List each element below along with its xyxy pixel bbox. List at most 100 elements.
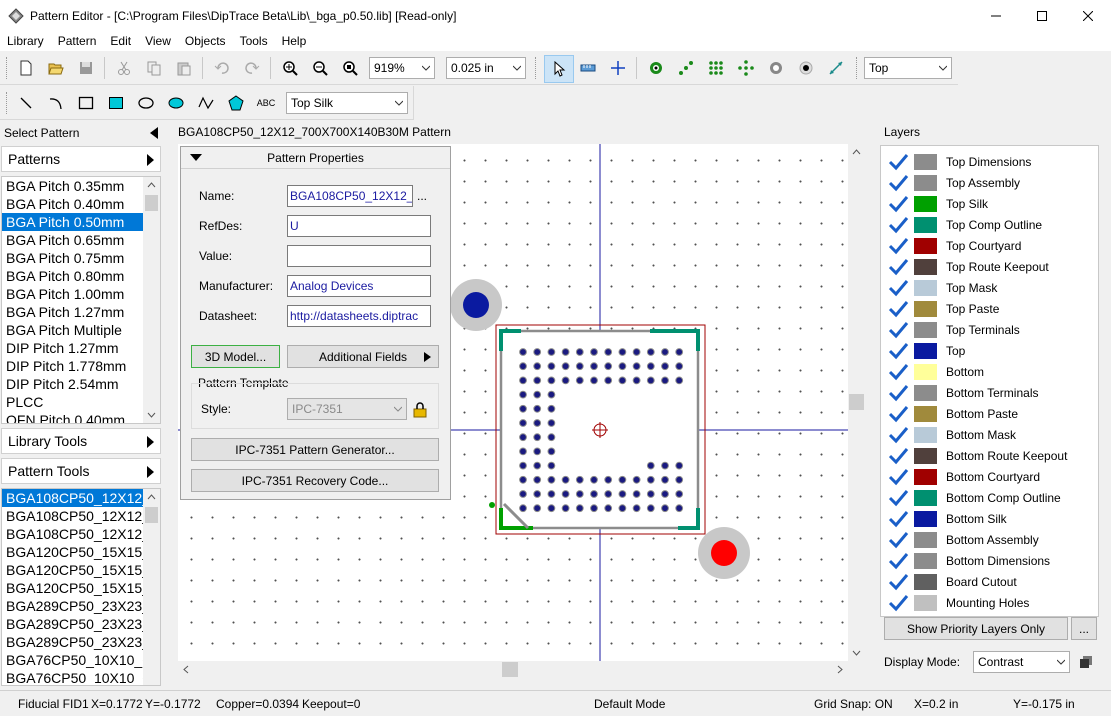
bga-ball-pad[interactable] — [519, 447, 527, 456]
layer-color-swatch[interactable] — [913, 152, 938, 171]
redo-button[interactable] — [240, 56, 264, 80]
bga-ball-pad[interactable] — [533, 475, 542, 484]
layer-row[interactable]: Top Mask — [881, 277, 1098, 298]
bga-ball-pad[interactable] — [675, 348, 684, 356]
minimize-button[interactable] — [973, 0, 1019, 31]
bga-ball-pad[interactable] — [547, 390, 556, 399]
bga-ball-pad[interactable] — [561, 475, 570, 484]
bga-ball-pad[interactable] — [675, 490, 684, 498]
layer-color-swatch[interactable] — [913, 215, 938, 234]
draw-polygon-button[interactable] — [224, 91, 248, 115]
layer-row[interactable]: Bottom — [881, 361, 1098, 382]
bga-ball-pad[interactable] — [575, 376, 584, 385]
layer-color-swatch[interactable] — [913, 278, 938, 297]
name-browse-button[interactable]: ... — [417, 189, 427, 203]
layer-color-swatch[interactable] — [913, 446, 938, 465]
checkmark-icon[interactable] — [887, 383, 909, 403]
checkmark-icon[interactable] — [887, 152, 909, 172]
bga-ball-pad[interactable] — [590, 490, 598, 498]
bga-ball-pad[interactable] — [604, 348, 613, 356]
layer-color-swatch[interactable] — [913, 257, 938, 276]
bga-ball-pad[interactable] — [590, 504, 598, 513]
layer-color-swatch[interactable] — [913, 194, 938, 213]
bga-ball-pad[interactable] — [547, 461, 556, 470]
layers-more-button[interactable]: ... — [1071, 617, 1097, 640]
pattern-tools-button[interactable]: Pattern Tools — [1, 458, 161, 484]
properties-header[interactable]: Pattern Properties — [181, 147, 450, 169]
maximize-button[interactable] — [1019, 0, 1065, 31]
bga-ball-pad[interactable] — [646, 348, 655, 356]
pattern-item[interactable]: BGA120CP50_15X15_ — [2, 579, 160, 597]
pattern-group-item[interactable]: BGA Pitch 0.65mm — [2, 231, 160, 249]
collapse-left-icon[interactable] — [150, 127, 158, 139]
bga-ball-pad[interactable] — [675, 461, 684, 470]
checkmark-icon[interactable] — [887, 425, 909, 445]
text-tool-button[interactable]: ABC — [254, 91, 278, 115]
bga-ball-pad[interactable] — [533, 376, 542, 385]
checkmark-icon[interactable] — [887, 404, 909, 424]
layer-row[interactable]: Bottom Route Keepout — [881, 445, 1098, 466]
layer-row[interactable]: Bottom Paste — [881, 403, 1098, 424]
pattern-item[interactable]: BGA289CP50_23X23_ — [2, 597, 160, 615]
bga-ball-pad[interactable] — [575, 362, 584, 371]
bga-ball-pad[interactable] — [575, 504, 584, 513]
paste-button[interactable] — [172, 56, 196, 80]
menu-library[interactable]: Library — [0, 34, 51, 48]
checkmark-icon[interactable] — [887, 236, 909, 256]
save-button[interactable] — [74, 56, 98, 80]
bga-ball-pad[interactable] — [533, 490, 542, 498]
layer-color-swatch[interactable] — [913, 467, 938, 486]
checkmark-icon[interactable] — [887, 509, 909, 529]
layer-color-swatch[interactable] — [913, 572, 938, 591]
checkmark-icon[interactable] — [887, 446, 909, 466]
bga-ball-pad[interactable] — [533, 390, 542, 399]
place-pad-array-button[interactable] — [674, 56, 698, 80]
layer-row[interactable]: Bottom Silk — [881, 508, 1098, 529]
bga-ball-pad[interactable] — [547, 504, 556, 513]
pattern-group-item[interactable]: BGA Pitch 0.50mm — [2, 213, 160, 231]
library-tools-button[interactable]: Library Tools — [1, 428, 161, 454]
name-field[interactable]: BGA108CP50_12X12_ — [287, 185, 413, 207]
checkmark-icon[interactable] — [887, 278, 909, 298]
bga-ball-pad[interactable] — [590, 376, 598, 385]
bga-ball-pad[interactable] — [618, 348, 627, 356]
menu-tools[interactable]: Tools — [233, 34, 275, 48]
layer-color-swatch[interactable] — [913, 173, 938, 192]
bga-ball-pad[interactable] — [661, 362, 669, 371]
menu-pattern[interactable]: Pattern — [51, 34, 104, 48]
measure-tool-button[interactable] — [576, 56, 600, 80]
bga-ball-pad[interactable] — [561, 490, 570, 498]
bga-ball-pad[interactable] — [519, 362, 527, 371]
bga-ball-pad[interactable] — [533, 348, 542, 356]
bga-ball-pad[interactable] — [646, 461, 655, 470]
bga-ball-pad[interactable] — [519, 376, 527, 385]
bga-ball-pad[interactable] — [661, 490, 669, 498]
drawing-layer-select[interactable]: Top Silk — [286, 92, 408, 114]
layer-color-swatch[interactable] — [913, 488, 938, 507]
bga-ball-pad[interactable] — [519, 504, 527, 513]
style-select[interactable]: IPC-7351 — [287, 398, 407, 420]
layer-color-swatch[interactable] — [913, 236, 938, 255]
bga-ball-pad[interactable] — [661, 504, 669, 513]
grid-size-select[interactable]: 0.025 in — [446, 57, 526, 79]
status-grid-snap[interactable]: Grid Snap: ON — [814, 697, 893, 711]
layer-row[interactable]: Top Assembly — [881, 172, 1098, 193]
checkmark-icon[interactable] — [887, 215, 909, 235]
place-fiducial-button[interactable] — [794, 56, 818, 80]
3d-model-button[interactable]: 3D Model... — [191, 345, 280, 368]
pattern-item[interactable]: BGA120CP50_15X15_ — [2, 561, 160, 579]
bga-ball-pad[interactable] — [561, 348, 570, 356]
bga-ball-pad[interactable] — [519, 490, 527, 498]
manufacturer-field[interactable]: Analog Devices — [287, 275, 431, 297]
checkmark-icon[interactable] — [887, 173, 909, 193]
scroll-up-icon[interactable] — [848, 144, 865, 160]
toolbar-grip[interactable] — [6, 57, 9, 79]
bga-ball-pad[interactable] — [561, 362, 570, 371]
checkmark-icon[interactable] — [887, 341, 909, 361]
layer-row[interactable]: Top Route Keepout — [881, 256, 1098, 277]
draw-filled-ellipse-button[interactable] — [164, 91, 188, 115]
bga-ball-pad[interactable] — [632, 376, 641, 385]
copy-button[interactable] — [142, 56, 166, 80]
scroll-up-icon[interactable] — [143, 177, 160, 193]
bga-ball-pad[interactable] — [561, 376, 570, 385]
